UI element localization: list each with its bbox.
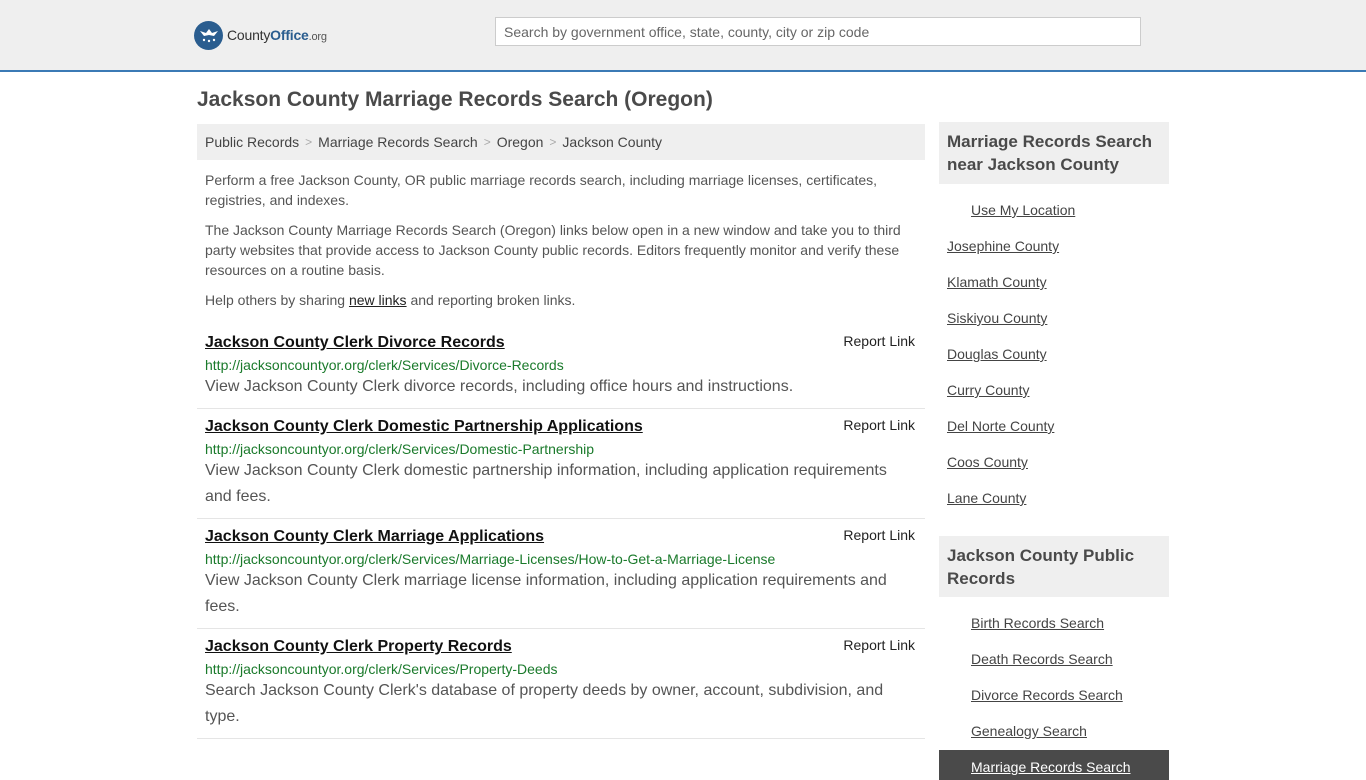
sidebar-nearby-siskiyou[interactable]: Siskiyou County xyxy=(947,310,1047,326)
eagle-logo-icon xyxy=(194,20,223,50)
result-item: Jackson County Clerk Domestic Partnershi… xyxy=(197,409,925,519)
result-title-link[interactable]: Jackson County Clerk Divorce Records xyxy=(205,334,505,352)
sidebar-nearby-coos[interactable]: Coos County xyxy=(947,454,1028,470)
use-my-location-link[interactable]: Use My Location xyxy=(971,202,1075,218)
sidebar-death-records[interactable]: Death Records Search xyxy=(971,651,1113,667)
result-url: http://jacksoncountyor.org/clerk/Service… xyxy=(205,441,595,457)
breadcrumb-oregon[interactable]: Oregon xyxy=(497,134,544,150)
logo-text: CountyOffice.org xyxy=(227,27,327,43)
site-logo[interactable]: CountyOffice.org xyxy=(194,20,327,50)
new-links-link[interactable]: new links xyxy=(349,292,407,308)
help-paragraph: Help others by sharing new links and rep… xyxy=(205,292,576,308)
sidebar-marriage-records-active[interactable]: Marriage Records Search xyxy=(939,750,1169,780)
breadcrumb-separator-icon: > xyxy=(305,135,313,149)
page-title: Jackson County Marriage Records Search (… xyxy=(197,88,713,111)
sidebar-birth-records[interactable]: Birth Records Search xyxy=(971,615,1104,631)
result-title-link[interactable]: Jackson County Clerk Property Records xyxy=(205,638,512,656)
result-description: Search Jackson County Clerk's database o… xyxy=(205,682,884,725)
result-item: Jackson County Clerk Divorce Records Rep… xyxy=(197,325,925,409)
result-url: http://jacksoncountyor.org/clerk/Service… xyxy=(205,357,564,373)
search-input[interactable] xyxy=(495,17,1141,46)
breadcrumb-marriage-records[interactable]: Marriage Records Search xyxy=(318,134,478,150)
report-link[interactable]: Report Link xyxy=(843,333,915,349)
results-list: Jackson County Clerk Divorce Records Rep… xyxy=(197,325,925,739)
result-item: Jackson County Clerk Property Records Re… xyxy=(197,629,925,739)
breadcrumb-separator-icon: > xyxy=(549,135,557,149)
breadcrumb-public-records[interactable]: Public Records xyxy=(205,134,299,150)
breadcrumb-separator-icon: > xyxy=(483,135,491,149)
result-description: View Jackson County Clerk divorce record… xyxy=(205,378,794,395)
result-title-link[interactable]: Jackson County Clerk Marriage Applicatio… xyxy=(205,528,544,546)
result-title-link[interactable]: Jackson County Clerk Domestic Partnershi… xyxy=(205,418,643,436)
result-description: View Jackson County Clerk domestic partn… xyxy=(205,462,887,505)
intro-paragraph: The Jackson County Marriage Records Sear… xyxy=(205,222,901,278)
intro-paragraph: Perform a free Jackson County, OR public… xyxy=(205,172,878,208)
breadcrumb: Public Records > Marriage Records Search… xyxy=(197,124,925,160)
report-link[interactable]: Report Link xyxy=(843,637,915,653)
sidebar-nearby-douglas[interactable]: Douglas County xyxy=(947,346,1047,362)
sidebar-public-records-heading: Jackson County Public Records xyxy=(939,536,1169,597)
result-description: View Jackson County Clerk marriage licen… xyxy=(205,572,887,615)
result-url: http://jacksoncountyor.org/clerk/Service… xyxy=(205,551,776,567)
sidebar-nearby-curry[interactable]: Curry County xyxy=(947,382,1029,398)
sidebar-nearby-lane[interactable]: Lane County xyxy=(947,490,1026,506)
sidebar-nearby-josephine[interactable]: Josephine County xyxy=(947,238,1059,254)
report-link[interactable]: Report Link xyxy=(843,417,915,433)
sidebar-nearby-del-norte[interactable]: Del Norte County xyxy=(947,418,1054,434)
breadcrumb-jackson-county[interactable]: Jackson County xyxy=(562,134,662,150)
site-header: CountyOffice.org xyxy=(0,0,1366,72)
report-link[interactable]: Report Link xyxy=(843,527,915,543)
sidebar-divorce-records[interactable]: Divorce Records Search xyxy=(971,687,1123,703)
sidebar-nearby-klamath[interactable]: Klamath County xyxy=(947,274,1047,290)
result-url: http://jacksoncountyor.org/clerk/Service… xyxy=(205,661,558,677)
sidebar-genealogy[interactable]: Genealogy Search xyxy=(971,723,1087,739)
sidebar-nearby-heading: Marriage Records Search near Jackson Cou… xyxy=(939,122,1169,184)
result-item: Jackson County Clerk Marriage Applicatio… xyxy=(197,519,925,629)
